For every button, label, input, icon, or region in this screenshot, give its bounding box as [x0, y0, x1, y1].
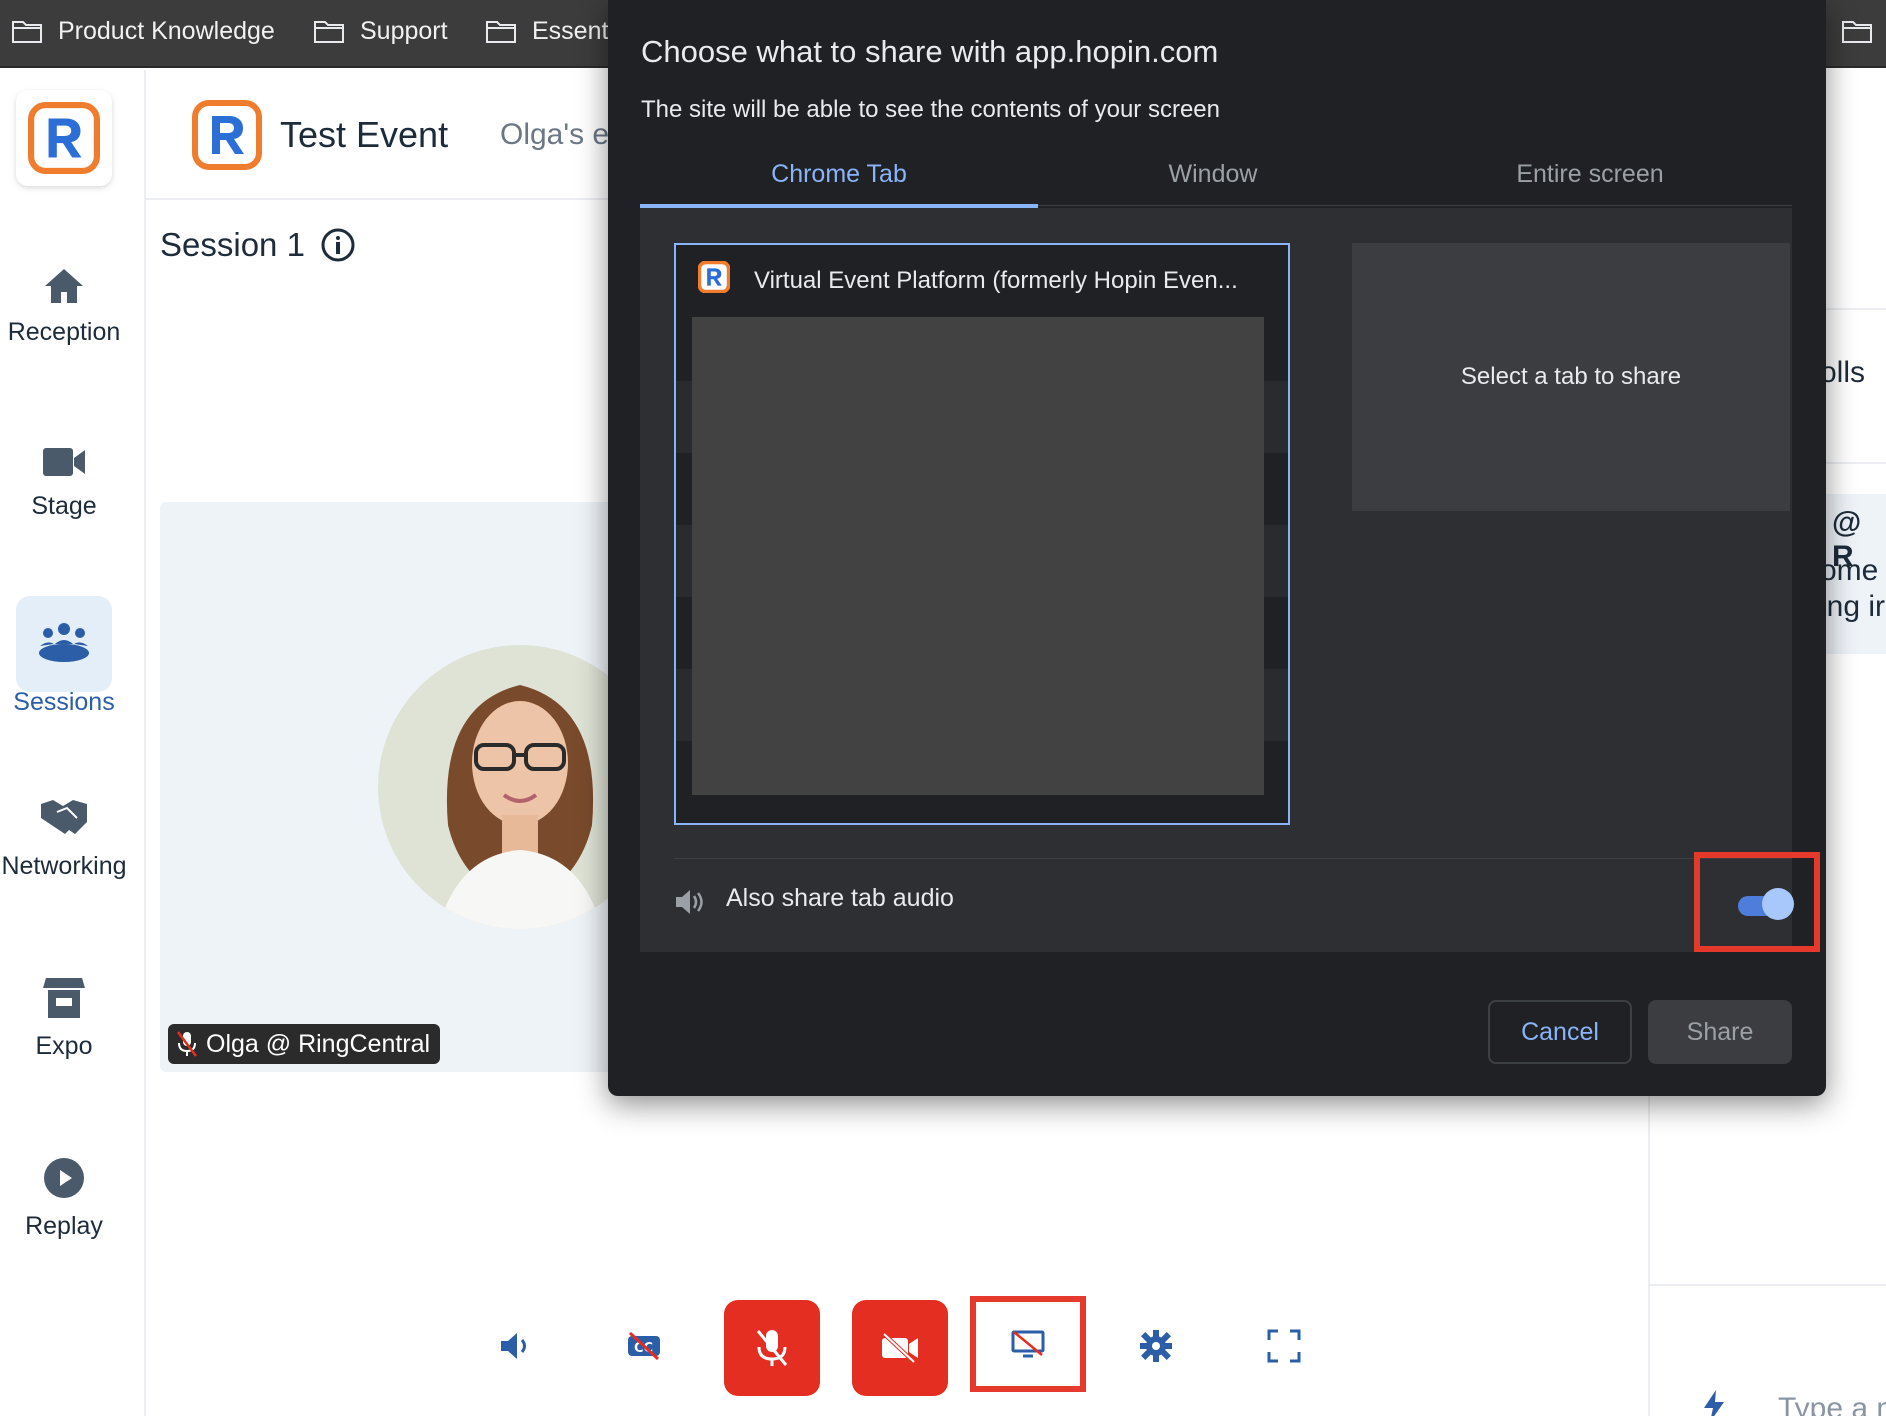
camera-off-button[interactable]: [852, 1300, 948, 1396]
sidebar-item-label: Stage: [31, 492, 97, 520]
video-off-icon: [882, 1332, 918, 1364]
share-button[interactable]: Share: [1648, 1000, 1792, 1064]
screen-share-button[interactable]: [970, 1296, 1086, 1392]
participant-name-tag: Olga @ RingCentral: [168, 1024, 441, 1064]
event-title: Test Event: [280, 114, 449, 155]
info-icon[interactable]: [321, 228, 355, 262]
speaker-icon: [501, 1333, 526, 1359]
tab-title: Virtual Event Platform (formerly Hopin E…: [754, 267, 1238, 294]
tab-thumbnail: [692, 317, 1264, 795]
screen-share-dialog: Choose what to share with app.hopin.com …: [608, 0, 1826, 1096]
bookmark-support[interactable]: Support: [314, 14, 448, 48]
sidebar-item-reception[interactable]: Reception: [0, 266, 128, 347]
preview-hint: Select a tab to share: [1460, 363, 1682, 390]
chat-message-line: ing ir: [1820, 590, 1886, 623]
folder-icon: [1842, 21, 1872, 43]
speaker-icon: [676, 890, 703, 914]
mute-mic-button[interactable]: [724, 1300, 820, 1396]
bookmark-folder-overflow[interactable]: [1842, 14, 1886, 48]
mic-off-icon: [756, 1330, 788, 1366]
chat-message-line: ome: [1820, 554, 1879, 587]
participant-name: Olga @ RingCentral: [206, 1029, 431, 1058]
bookmark-label: Product Knowledge: [58, 16, 275, 45]
ringcentral-logo: [192, 100, 262, 170]
tab-window[interactable]: Window: [1038, 160, 1388, 189]
ringcentral-logo: [28, 102, 100, 174]
dialog-subtitle: The site will be able to see the content…: [641, 96, 1220, 123]
bookmark-label: Essent: [532, 16, 609, 45]
dialog-content-area: Virtual Event Platform (formerly Hopin E…: [640, 208, 1820, 952]
toggle-thumb[interactable]: [1762, 888, 1794, 920]
bookmark-product-knowledge[interactable]: Product Knowledge: [12, 14, 275, 48]
ringcentral-favicon: [698, 261, 730, 293]
cancel-button[interactable]: Cancel: [1488, 1000, 1632, 1064]
folder-icon: [486, 21, 516, 43]
sidebar-item-expo[interactable]: Expo: [0, 974, 128, 1061]
panel-divider: [1650, 1284, 1886, 1286]
fullscreen-button[interactable]: [1264, 1326, 1304, 1366]
chat-input[interactable]: Type a m: [1778, 1392, 1886, 1416]
share-audio-label: Also share tab audio: [726, 884, 954, 912]
share-preview-panel: Select a tab to share: [1352, 243, 1790, 511]
session-title-text: Session 1: [160, 226, 305, 263]
audio-divider: [674, 858, 1792, 859]
captions-off-button[interactable]: CC: [624, 1326, 664, 1366]
screen-share-icon: [1011, 1330, 1045, 1358]
tab-list-item[interactable]: Virtual Event Platform (formerly Hopin E…: [674, 243, 1290, 825]
sidebar-item-stage[interactable]: Stage: [0, 444, 128, 521]
tab-entire-screen[interactable]: Entire screen: [1388, 160, 1792, 189]
tab-chrome-tab[interactable]: Chrome Tab: [640, 160, 1038, 189]
sidebar-item-sessions[interactable]: Sessions: [0, 620, 128, 717]
lightning-icon[interactable]: [1702, 1388, 1726, 1416]
video-camera-icon: [43, 448, 85, 476]
sidebar-item-label: Sessions: [13, 688, 115, 716]
sidebar-item-label: Networking: [1, 852, 127, 880]
sidebar-item-label: Reception: [7, 318, 121, 346]
gear-icon: [1140, 1330, 1172, 1362]
home-icon: [45, 269, 83, 303]
settings-button[interactable]: [1136, 1326, 1176, 1366]
dialog-title: Choose what to share with app.hopin.com: [641, 34, 1219, 69]
store-icon: [43, 978, 85, 1018]
bookmark-label: Support: [360, 16, 448, 45]
sidebar-item-label: Replay: [25, 1212, 103, 1240]
share-audio-toggle-highlight: [1694, 852, 1820, 952]
speaker-button[interactable]: [496, 1326, 536, 1366]
sidebar-item-label: Expo: [35, 1032, 93, 1060]
folder-icon: [314, 21, 344, 43]
handshake-icon: [41, 800, 87, 834]
event-subtitle: Olga's e: [500, 118, 610, 151]
mic-muted-icon: [177, 1031, 197, 1057]
app-logo[interactable]: [16, 90, 112, 186]
session-title: Session 1: [160, 226, 355, 264]
fullscreen-icon: [1267, 1329, 1301, 1363]
polls-tab[interactable]: olls: [1820, 356, 1865, 390]
folder-icon: [12, 21, 42, 43]
sidebar-item-replay[interactable]: Replay: [0, 1156, 128, 1241]
group-icon: [39, 623, 89, 662]
play-circle-icon: [44, 1158, 84, 1198]
captions-off-icon: CC: [628, 1331, 660, 1361]
sidebar-item-networking[interactable]: Networking: [0, 796, 128, 881]
bookmark-essent[interactable]: Essent: [486, 14, 608, 48]
left-sidebar: Reception Stage Sessions Networking Expo…: [0, 70, 146, 1416]
